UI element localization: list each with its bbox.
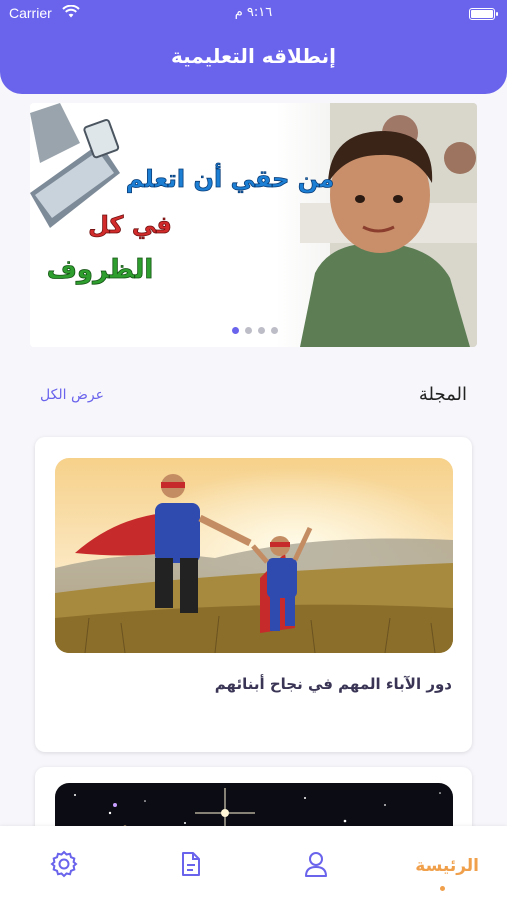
magazine-section-title: المجلة (418, 384, 467, 405)
tab-profile[interactable] (296, 846, 336, 886)
page-title: إنطلاقه التعليمية (170, 44, 337, 68)
settings-icon (49, 849, 79, 883)
status-bar: Carrier ٩:١٦ م (0, 0, 507, 30)
profile-icon (301, 849, 331, 883)
bottom-tab-bar: الرئيسة (0, 826, 507, 900)
banner-carousel[interactable]: من حقي أن اتعلم في كل الظروف (30, 103, 477, 347)
tab-documents[interactable] (170, 846, 210, 886)
banner-line3: الظروف (47, 255, 154, 285)
battery-icon (469, 8, 498, 20)
tab-home[interactable]: الرئيسة (415, 856, 479, 876)
banner-line1: من حقي أن اتعلم (126, 163, 335, 193)
carousel-dot[interactable] (245, 327, 252, 334)
article-card[interactable]: دور الآباء المهم في نجاح أبنائهم (35, 437, 472, 752)
view-all-link[interactable]: عرض الكل (40, 387, 104, 403)
article-image (55, 458, 453, 653)
banner-image: من حقي أن اتعلم في كل الظروف (30, 103, 477, 347)
carousel-indicator (232, 327, 278, 334)
banner-line2: في كل (88, 211, 172, 239)
active-tab-indicator (440, 886, 445, 891)
tab-settings[interactable] (44, 846, 84, 886)
document-icon (175, 849, 205, 883)
app-header: Carrier ٩:١٦ م إنطلاقه التعليمية (0, 0, 507, 94)
article-title: دور الآباء المهم في نجاح أبنائهم (214, 675, 452, 693)
carousel-dot[interactable] (258, 327, 265, 334)
status-time: ٩:١٦ م (234, 5, 273, 20)
carousel-dot[interactable] (232, 327, 239, 334)
carousel-dot[interactable] (271, 327, 278, 334)
